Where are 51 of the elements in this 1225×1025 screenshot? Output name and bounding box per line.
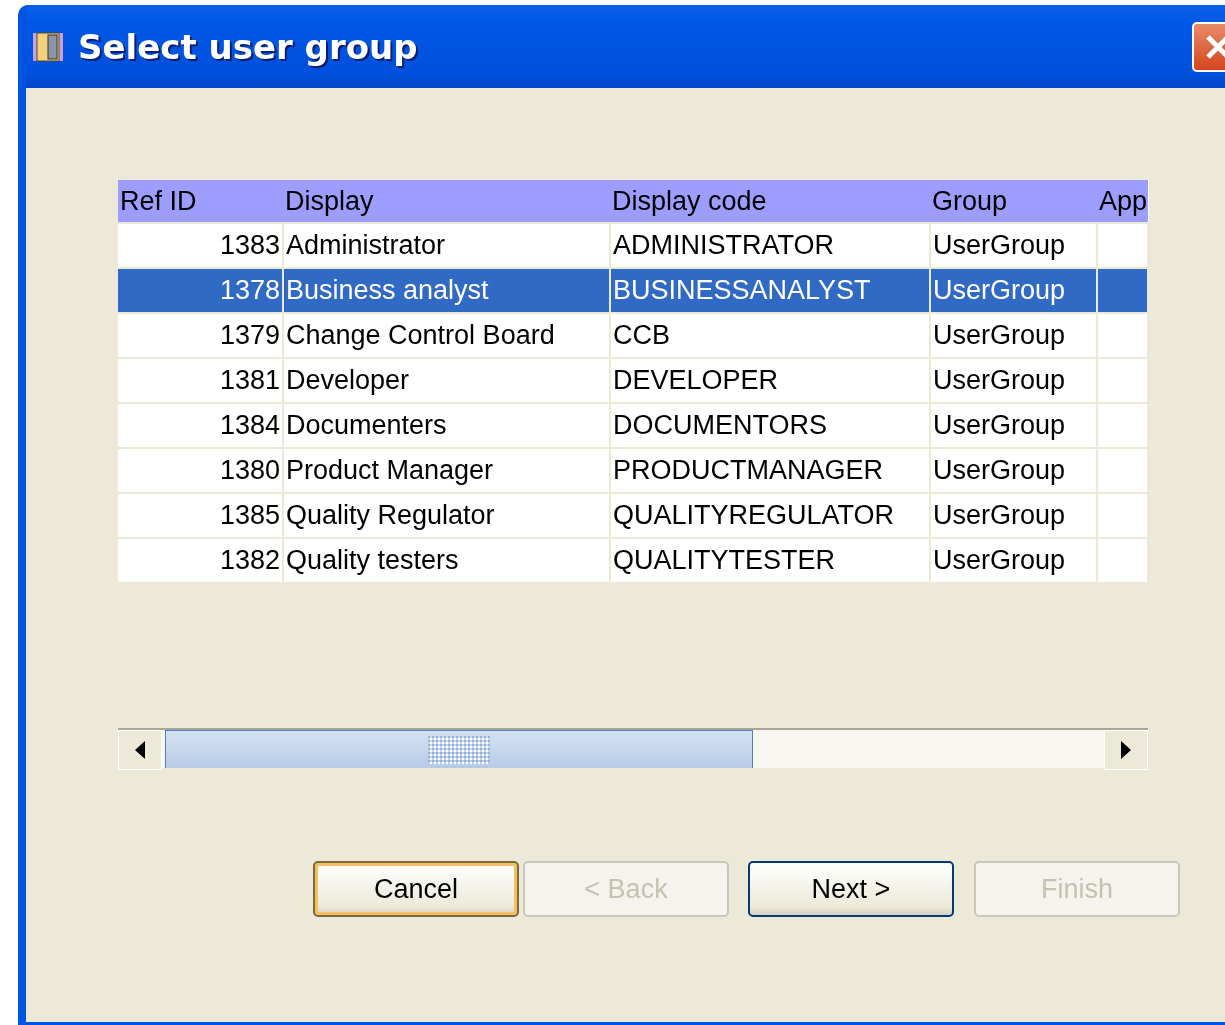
- table-cell: 1381: [118, 358, 283, 403]
- column-header[interactable]: App: [1097, 180, 1148, 223]
- table-row[interactable]: 1382 Quality testers QUALITYTESTER UserGroup: [118, 538, 1148, 582]
- table-cell: 1382: [118, 538, 283, 582]
- table-cell: DOCUMENTORS: [610, 403, 930, 448]
- table-cell: UserGroup: [930, 358, 1097, 403]
- table-cell: 1379: [118, 313, 283, 358]
- table-cell: Documenters: [283, 403, 610, 448]
- window-title: Select user group: [78, 26, 419, 67]
- table-cell: Quality Regulator: [283, 493, 610, 538]
- table-cell: 1380: [118, 448, 283, 493]
- table-cell: 1378: [118, 268, 283, 313]
- window-icon: [32, 29, 66, 64]
- column-header[interactable]: Display: [283, 180, 610, 223]
- table-cell: PRODUCTMANAGER: [610, 448, 930, 493]
- table-cell: UserGroup: [930, 493, 1097, 538]
- column-header[interactable]: Display code: [610, 180, 930, 223]
- horizontal-scrollbar[interactable]: [118, 728, 1148, 768]
- table-row[interactable]: 1380 Product Manager PRODUCTMANAGER UserGroup: [118, 448, 1148, 493]
- scroll-left-button[interactable]: [118, 730, 162, 770]
- table-row[interactable]: 1385 Quality Regulator QUALITYREGULATOR UserGroup: [118, 493, 1148, 538]
- wizard-button[interactable]: Cancel: [313, 861, 519, 917]
- table-cell: 1385: [118, 493, 283, 538]
- table-row[interactable]: 1379 Change Control Board CCB UserGroup: [118, 313, 1148, 358]
- table-cell: Business analyst: [283, 268, 610, 313]
- table-row[interactable]: 1381 Developer DEVELOPER UserGroup: [118, 358, 1148, 403]
- table-row[interactable]: 1384 Documenters DOCUMENTORS UserGroup: [118, 403, 1148, 448]
- scroll-right-button[interactable]: [1104, 730, 1148, 770]
- column-header[interactable]: Group: [930, 180, 1097, 223]
- table-cell: UserGroup: [930, 448, 1097, 493]
- column-header[interactable]: Ref ID: [118, 180, 283, 223]
- table-cell: UserGroup: [930, 538, 1097, 582]
- table-cell: Quality testers: [283, 538, 610, 582]
- table-cell: BUSINESSANALYST: [610, 268, 930, 313]
- table-cell: UserGroup: [930, 313, 1097, 358]
- table-cell: QUALITYTESTER: [610, 538, 930, 582]
- table-cell: DEVELOPER: [610, 358, 930, 403]
- table-cell: UserGroup: [930, 403, 1097, 448]
- table-cell: CCB: [610, 313, 930, 358]
- grip-icon: [428, 735, 490, 764]
- table-cell: Product Manager: [283, 448, 610, 493]
- scroll-thumb[interactable]: [165, 730, 753, 768]
- table-cell: QUALITYREGULATOR: [610, 493, 930, 538]
- selected-table-row[interactable]: 1378 Business analyst BUSINESSANALYST UserGroup: [118, 268, 1148, 313]
- table-cell: 1384: [118, 403, 283, 448]
- table-cell: Change Control Board: [283, 313, 610, 358]
- left-arrow-icon: [135, 741, 145, 759]
- table-cell: Developer: [283, 358, 610, 403]
- wizard-button[interactable]: Next >: [748, 861, 954, 917]
- right-arrow-icon: [1121, 741, 1131, 759]
- table-cell: UserGroup: [930, 268, 1097, 313]
